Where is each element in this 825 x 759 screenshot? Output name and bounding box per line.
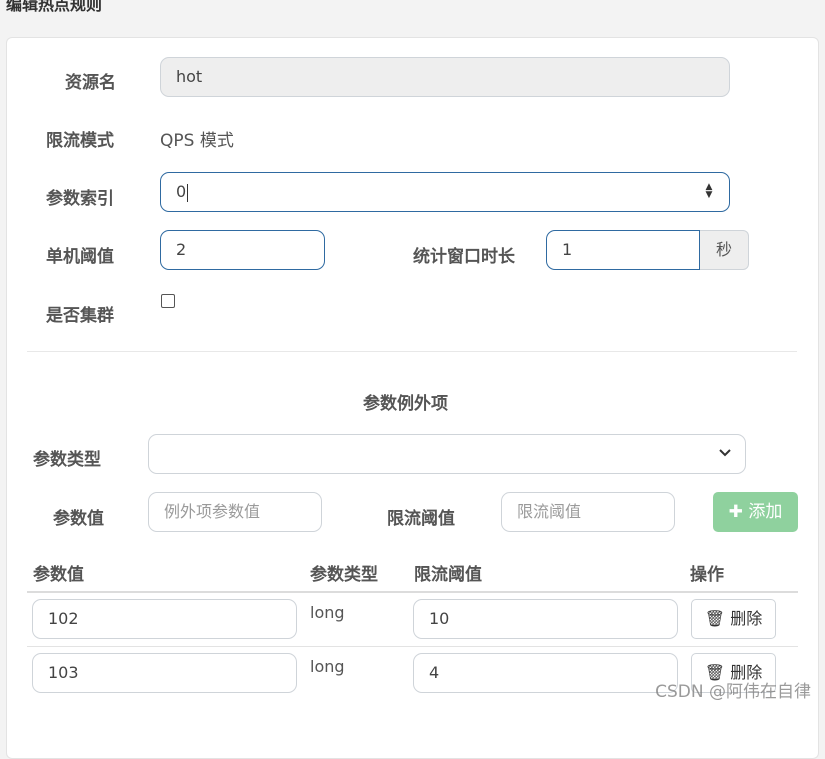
threshold-input[interactable]: 2 xyxy=(160,230,325,270)
delete-button[interactable]: 🗑 删除 xyxy=(691,599,776,639)
param-value-input[interactable]: 例外项参数值 xyxy=(148,492,322,532)
limit-label: 限流阈值 xyxy=(387,509,455,529)
mode-label: 限流模式 xyxy=(46,131,114,151)
limit-input[interactable]: 限流阈值 xyxy=(501,492,675,532)
chevron-down-icon xyxy=(719,446,731,461)
page-title: 编辑热点规则 xyxy=(6,0,103,14)
param-index-value: 0 xyxy=(176,182,187,201)
add-button[interactable]: ✚ 添加 xyxy=(713,492,798,532)
col-header-type: 参数类型 xyxy=(310,565,378,585)
row-type: long xyxy=(310,657,345,676)
divider xyxy=(27,351,797,352)
param-type-select[interactable] xyxy=(148,434,746,474)
spinner-arrows-icon[interactable]: ▲ ▼ xyxy=(703,183,715,201)
row-limit-input[interactable]: 4 xyxy=(413,653,678,693)
param-type-label: 参数类型 xyxy=(33,450,101,470)
row-value-input[interactable]: 103 xyxy=(32,653,297,693)
window-label: 统计窗口时长 xyxy=(413,247,515,267)
row-limit-input[interactable]: 10 xyxy=(413,599,678,639)
watermark: CSDN @阿伟在自律 xyxy=(655,682,811,702)
resource-label: 资源名 xyxy=(65,73,116,93)
delete-button-label: 删除 xyxy=(730,609,763,628)
window-input[interactable]: 1 xyxy=(546,230,700,270)
table-header-line xyxy=(27,591,798,593)
window-unit-addon: 秒 xyxy=(700,230,749,270)
param-index-label: 参数索引 xyxy=(46,189,114,209)
cluster-checkbox[interactable] xyxy=(161,294,175,308)
resource-input[interactable]: hot xyxy=(160,57,730,97)
add-button-label: 添加 xyxy=(748,502,783,522)
text-cursor xyxy=(187,183,189,202)
param-index-input[interactable]: 0 ▲ ▼ xyxy=(160,172,730,212)
plus-icon: ✚ xyxy=(728,502,743,522)
trash-icon: 🗑 xyxy=(704,609,726,628)
row-type: long xyxy=(310,603,345,622)
threshold-label: 单机阈值 xyxy=(46,247,114,267)
col-header-value: 参数值 xyxy=(33,565,84,585)
param-value-label: 参数值 xyxy=(53,509,104,529)
row-divider xyxy=(27,646,798,647)
exceptions-title: 参数例外项 xyxy=(363,394,448,414)
col-header-action: 操作 xyxy=(690,565,724,585)
cluster-label: 是否集群 xyxy=(46,306,114,326)
col-header-limit: 限流阈值 xyxy=(414,565,482,585)
row-value-input[interactable]: 102 xyxy=(32,599,297,639)
mode-value: QPS 模式 xyxy=(160,131,234,151)
